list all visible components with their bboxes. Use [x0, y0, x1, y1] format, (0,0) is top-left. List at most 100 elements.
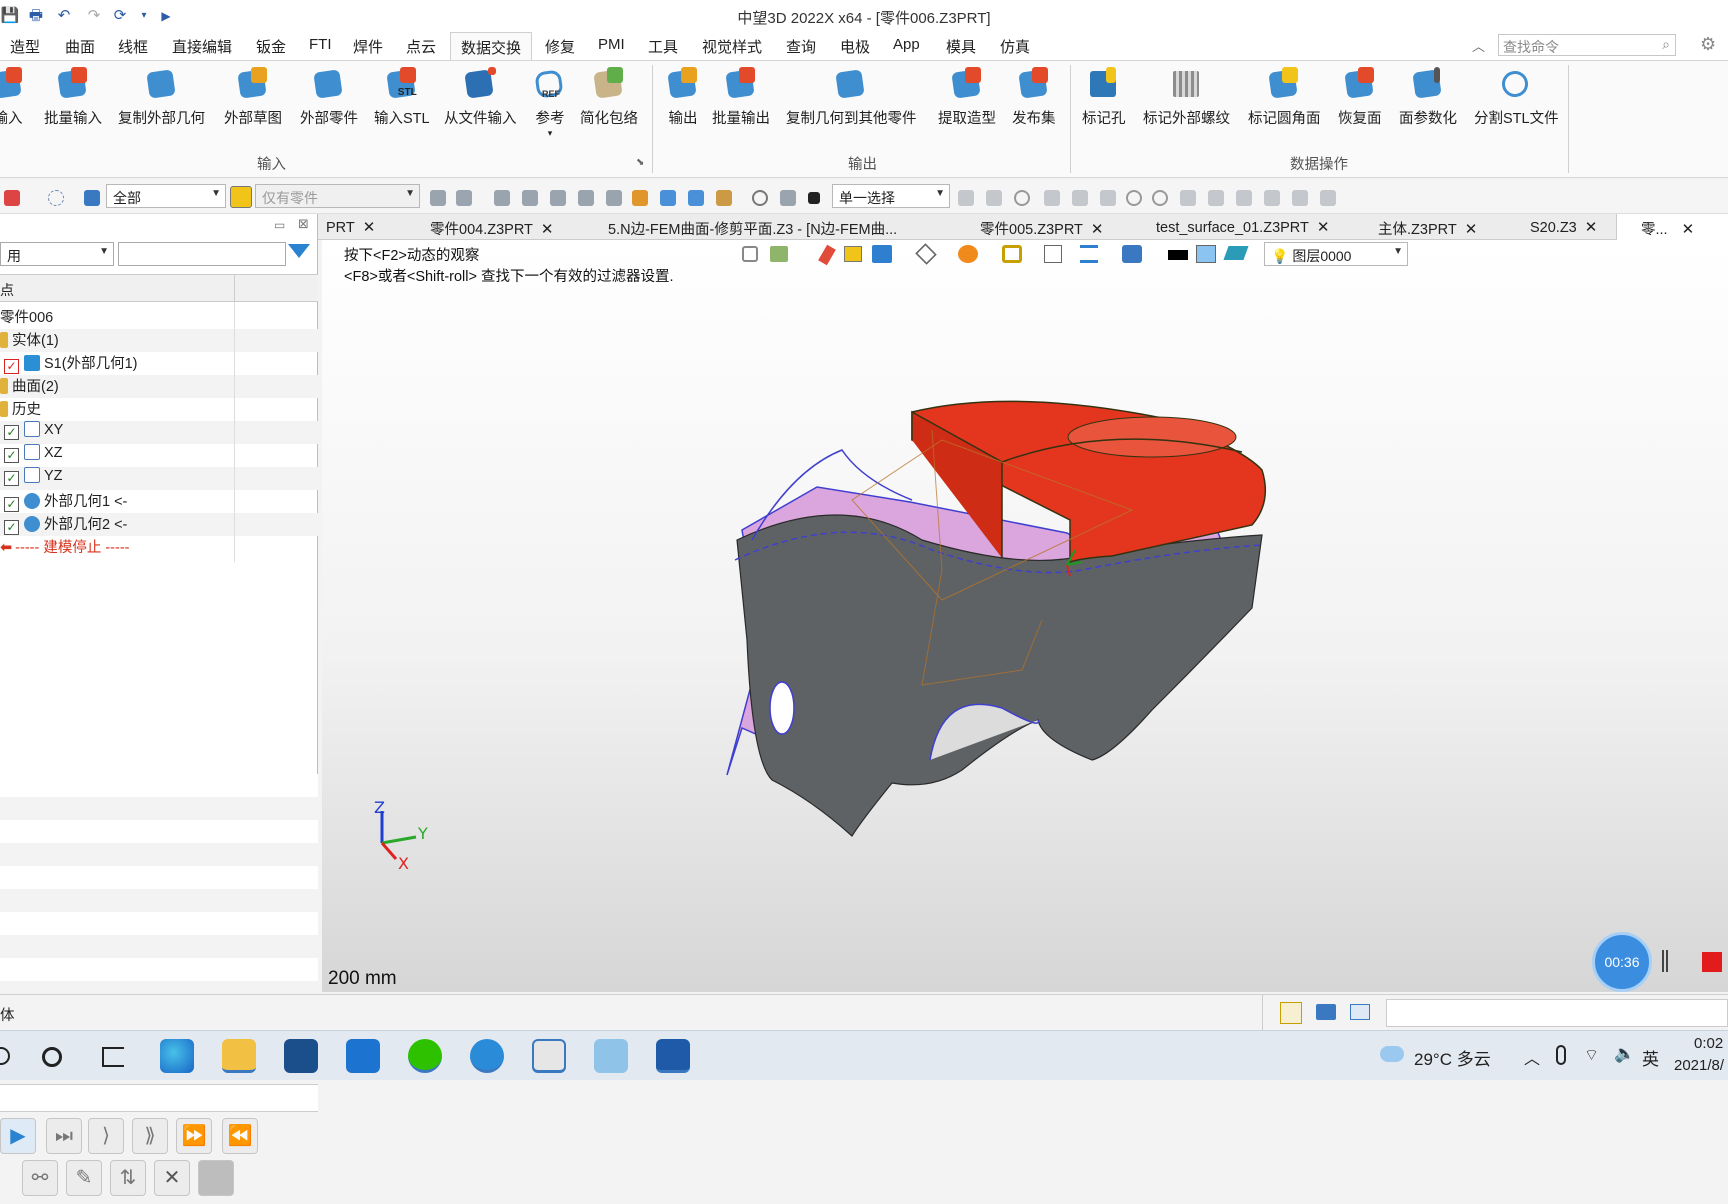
settings-gear-icon[interactable]: ⚙ [1700, 34, 1716, 55]
link-icon[interactable]: ⚯ [22, 1160, 58, 1196]
app-window-icon[interactable] [532, 1039, 566, 1073]
funnel-filter-icon[interactable] [288, 244, 310, 258]
menu-simulation[interactable]: 仿真 [1000, 36, 1030, 57]
status-tool-icon-3[interactable] [1350, 1004, 1370, 1020]
fast-forward-icon[interactable]: ⏩ [176, 1118, 212, 1154]
cursor-icon[interactable] [606, 190, 622, 206]
menu-repair[interactable]: 修复 [545, 36, 575, 57]
task-view-icon[interactable] [102, 1047, 124, 1067]
menu-query[interactable]: 查询 [786, 36, 816, 57]
filter-tool-icon-2[interactable] [456, 190, 472, 206]
dialog-launcher-icon[interactable]: ⬊ [636, 157, 644, 168]
status-tool-icon-1[interactable] [1280, 1002, 1302, 1024]
tab-part004[interactable]: 零件004.Z3PRT ✕ [430, 218, 553, 239]
panel-close-icon[interactable]: ⊠ [298, 216, 309, 232]
close-icon[interactable]: ✕ [1317, 219, 1330, 236]
play-icon[interactable]: ▶ [0, 1118, 36, 1154]
circle-filter-icon-1[interactable] [1126, 190, 1142, 206]
rewind-icon[interactable]: ⏪ [222, 1118, 258, 1154]
close-icon[interactable]: ✕ [363, 219, 376, 236]
microphone-icon[interactable] [1556, 1045, 1566, 1065]
mark-external-thread-button[interactable]: 标记外部螺纹 [1143, 65, 1230, 128]
checkbox-icon[interactable]: ✓ [4, 359, 19, 374]
tree-node-stop-modeling[interactable]: ⬅ ----- 建模停止 ----- [0, 536, 318, 559]
batch-import-button[interactable]: 批量输入 [44, 65, 102, 128]
copy-geometry-to-other-part-button[interactable]: 复制几何到其他零件 [786, 65, 917, 128]
command-search-input[interactable]: 查找命令 ⌕ [1498, 34, 1676, 56]
restore-face-button[interactable]: 恢复面 [1338, 65, 1382, 128]
spline-filter-icon[interactable] [1208, 190, 1224, 206]
status-tool-icon-2[interactable] [1316, 1004, 1336, 1020]
cortana-icon[interactable] [42, 1047, 62, 1067]
panel-mode-combo[interactable]: 用 ▼ [0, 242, 114, 266]
face-parameterize-button[interactable]: 面参数化 [1399, 65, 1457, 128]
point-filter-icon[interactable] [1044, 190, 1060, 206]
simplify-wrap-button[interactable]: 简化包络 [580, 65, 638, 128]
menu-electrode[interactable]: 电极 [840, 36, 870, 57]
pause-icon[interactable] [1662, 950, 1668, 972]
close-icon[interactable]: ✕ [1585, 219, 1598, 236]
status-input[interactable] [1386, 999, 1728, 1027]
tray-chevron-icon[interactable]: ︿ [1524, 1045, 1540, 1069]
tree-node-xz[interactable]: ✓ XZ [0, 444, 318, 467]
split-stl-button[interactable]: 分割STL文件 [1474, 65, 1559, 128]
snap-icon-2[interactable] [780, 190, 796, 206]
tree-node-yz[interactable]: ✓ YZ [0, 467, 318, 490]
volume-icon[interactable]: 🔈 [1614, 1044, 1635, 1064]
search-taskbar-icon[interactable] [0, 1047, 10, 1065]
checkbox-icon[interactable]: ✓ [4, 471, 19, 486]
menu-mold[interactable]: 模具 [946, 36, 976, 57]
view-icon-2[interactable] [688, 190, 704, 206]
graphics-viewport[interactable]: 按下<F2>动态的观察 <F8>或者<Shift-roll> 查找下一个有效的过… [322, 240, 1728, 992]
view-icon-1[interactable] [660, 190, 676, 206]
menu-modeling[interactable]: 造型 [10, 36, 40, 57]
gear-filter-icon[interactable] [986, 190, 1002, 206]
filter-combo[interactable]: 全部 ▼ [106, 184, 226, 208]
import-from-file-button[interactable]: 从文件输入 [444, 65, 517, 128]
reference-dropdown-icon[interactable]: ▾ [532, 128, 568, 139]
menu-pmi[interactable]: PMI [598, 36, 625, 53]
pin-icon[interactable]: ▭ [274, 218, 285, 232]
filter-tool-icon-6[interactable] [578, 190, 594, 206]
filter-tool-icon-5[interactable] [550, 190, 566, 206]
mail-icon[interactable] [346, 1039, 380, 1073]
external-part-button[interactable]: 外部零件 [300, 65, 358, 128]
tree-node-xy[interactable]: ✓ XY [0, 421, 318, 444]
tree-node-solids[interactable]: 实体(1) [0, 329, 318, 352]
checkbox-icon[interactable]: ✓ [4, 448, 19, 463]
layers-icon[interactable] [632, 190, 648, 206]
extract-shape-button[interactable]: 提取造型 [938, 65, 996, 128]
import-button[interactable]: 输入 [0, 65, 26, 128]
filter-tool-icon-4[interactable] [522, 190, 538, 206]
select-mode-combo[interactable]: 单一选择 ▼ [832, 184, 950, 208]
filter-tool-icon-1[interactable] [430, 190, 446, 206]
menu-data-exchange[interactable]: 数据交换 [450, 32, 533, 62]
circle-filter-icon-2[interactable] [1152, 190, 1168, 206]
line-filter-icon[interactable] [1072, 190, 1088, 206]
menu-fti[interactable]: FTI [309, 36, 332, 53]
edge-icon[interactable] [160, 1039, 194, 1073]
zw3d-icon[interactable] [656, 1039, 690, 1073]
step-next-icon[interactable]: ⟩ [88, 1118, 124, 1154]
copy-external-geometry-button[interactable]: 复制外部几何 [118, 65, 205, 128]
collapse-ribbon-icon[interactable]: ︿ [1472, 36, 1485, 55]
filter-tool-icon-3[interactable] [494, 190, 510, 206]
wechat-icon[interactable] [408, 1039, 442, 1073]
tree-node-ext-geom-2[interactable]: ✓ 外部几何2 <- [0, 513, 318, 536]
stop-record-icon[interactable] [1702, 952, 1722, 972]
import-stl-button[interactable]: STL 输入STL [374, 65, 430, 128]
publish-set-button[interactable]: 发布集 [1012, 65, 1056, 128]
menu-weldment[interactable]: 焊件 [353, 36, 383, 57]
qq-icon[interactable] [470, 1039, 504, 1073]
tab-partial[interactable]: PRT ✕ [326, 218, 375, 236]
notes-icon[interactable] [594, 1039, 628, 1073]
export-button[interactable]: 输出 [665, 65, 701, 128]
part-filter-combo[interactable]: 仅有零件 ▼ [255, 184, 420, 208]
tab-nedge-fem[interactable]: 5.N边-FEM曲面-修剪平面.Z3 - [N边-FEM曲... [608, 218, 897, 239]
weather-text[interactable]: 29°C 多云 [1414, 1045, 1491, 1070]
ime-indicator[interactable]: 英 [1642, 1045, 1659, 1070]
body-filter-icon[interactable] [1320, 190, 1336, 206]
panel-filter-input[interactable] [118, 242, 286, 266]
part-model[interactable] [322, 240, 1728, 992]
close-icon[interactable]: ✕ [1465, 221, 1478, 238]
